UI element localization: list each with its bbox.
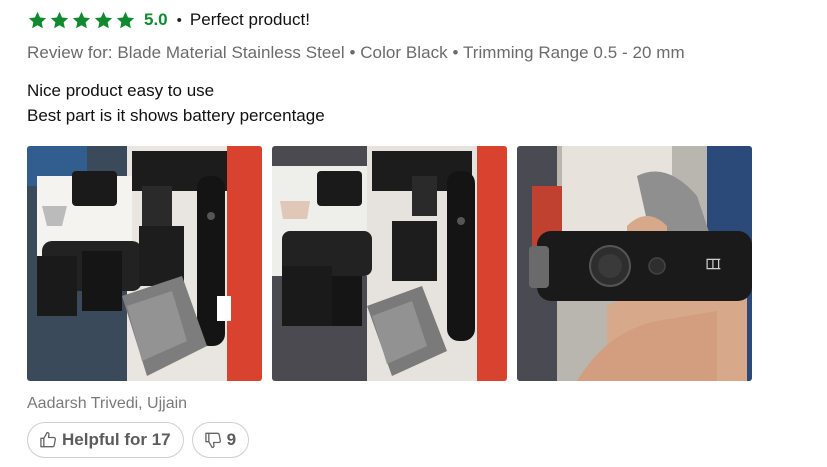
review-body-line: Nice product easy to use bbox=[27, 81, 215, 100]
review-body: Nice product easy to use Best part is it… bbox=[27, 78, 325, 128]
star-icon bbox=[116, 11, 135, 28]
review-photo-1[interactable] bbox=[27, 146, 262, 381]
review-photo-3[interactable]: 日 bbox=[517, 146, 752, 381]
review-actions: Helpful for 17 9 bbox=[27, 422, 250, 458]
review-author: Aadarsh Trivedi, Ujjain bbox=[27, 395, 188, 412]
helpful-label: Helpful for 17 bbox=[62, 430, 171, 449]
review-title: Perfect product! bbox=[189, 10, 310, 29]
review-body-line: Best part is it shows battery percentage bbox=[27, 106, 325, 125]
star-icon bbox=[72, 11, 91, 28]
rating-value: 5.0 bbox=[144, 10, 168, 29]
review-photo-2[interactable] bbox=[272, 146, 507, 381]
review-header: 5.0 • Perfect product! bbox=[27, 7, 310, 33]
star-icon bbox=[94, 11, 113, 28]
separator-dot: • bbox=[176, 11, 182, 29]
not-helpful-button[interactable]: 9 bbox=[191, 422, 250, 458]
star-rating bbox=[27, 10, 136, 31]
helpful-button[interactable]: Helpful for 17 bbox=[27, 422, 184, 458]
star-icon bbox=[50, 11, 69, 28]
star-icon bbox=[28, 11, 47, 28]
not-helpful-count: 9 bbox=[226, 430, 237, 449]
review-photos: 日 bbox=[27, 146, 752, 381]
svg-text:日: 日 bbox=[704, 256, 723, 272]
variant-info: Review for: Blade Material Stainless Ste… bbox=[27, 43, 685, 62]
thumbs-down-icon bbox=[204, 432, 221, 449]
thumbs-up-icon bbox=[40, 431, 57, 448]
